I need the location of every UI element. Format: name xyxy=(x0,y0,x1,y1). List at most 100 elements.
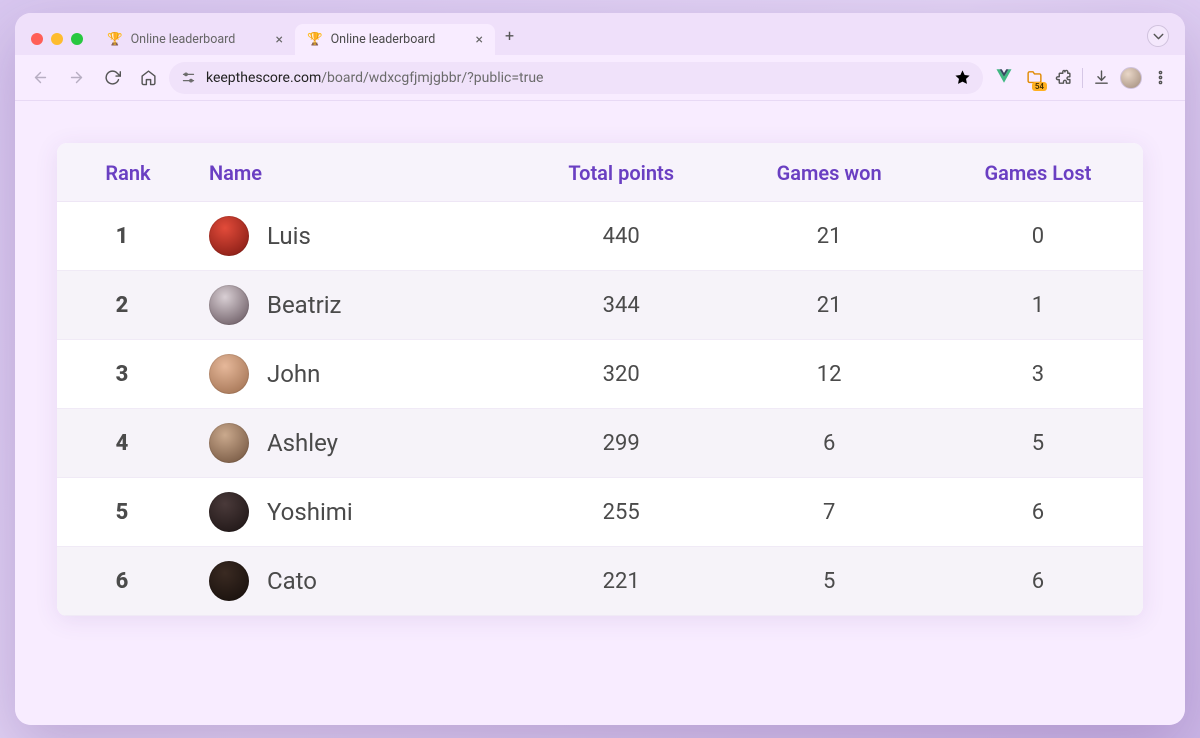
url-host: keepthescore.com xyxy=(206,70,321,86)
table-row: 2 Beatriz 344211 xyxy=(57,271,1143,340)
extension-badge-count: 54 xyxy=(1032,82,1047,91)
games-won-value: 7 xyxy=(725,478,933,547)
trophy-icon: 🏆 xyxy=(307,32,323,47)
window-controls xyxy=(25,33,95,55)
nav-back-button[interactable] xyxy=(25,63,55,93)
extensions-button[interactable] xyxy=(1055,69,1072,86)
total-points-value: 320 xyxy=(517,340,725,409)
rank-value: 2 xyxy=(57,271,187,340)
tab-inactive[interactable]: 🏆 Online leaderboard × xyxy=(95,24,295,55)
address-bar[interactable]: keepthescore.com/board/wdxcgfjmjgbbr/?pu… xyxy=(169,62,983,94)
star-icon xyxy=(954,69,971,86)
total-points-value: 344 xyxy=(517,271,725,340)
name-cell: Beatriz xyxy=(187,271,517,340)
chevron-down-icon xyxy=(1150,28,1167,45)
tab-strip: 🏆 Online leaderboard × 🏆 Online leaderbo… xyxy=(15,13,1185,55)
page-content: Rank Name Total points Games won Games L… xyxy=(15,101,1185,725)
col-header-games-lost: Games Lost xyxy=(933,143,1143,202)
url-text: keepthescore.com/board/wdxcgfjmjgbbr/?pu… xyxy=(206,70,543,86)
player-name: John xyxy=(267,360,320,388)
table-row: 4Ashley29965 xyxy=(57,409,1143,478)
arrow-right-icon xyxy=(68,69,85,86)
tab-active[interactable]: 🏆 Online leaderboard × xyxy=(295,24,495,55)
games-won-value: 21 xyxy=(725,202,933,271)
toolbar: keepthescore.com/board/wdxcgfjmjgbbr/?pu… xyxy=(15,55,1185,101)
table-row: 5 Yoshimi 25576 xyxy=(57,478,1143,547)
nav-forward-button[interactable] xyxy=(61,63,91,93)
player-avatar xyxy=(209,492,249,532)
puzzle-icon xyxy=(1055,69,1072,86)
games-won-value: 12 xyxy=(725,340,933,409)
games-lost-value: 0 xyxy=(933,202,1143,271)
col-header-total-points: Total points xyxy=(517,143,725,202)
tabs-overflow-button[interactable] xyxy=(1147,25,1169,47)
window-close[interactable] xyxy=(31,33,43,45)
arrow-left-icon xyxy=(32,69,49,86)
extension-badge-button[interactable]: 54 xyxy=(1023,67,1045,89)
games-lost-value: 3 xyxy=(933,340,1143,409)
total-points-value: 221 xyxy=(517,547,725,616)
reload-icon xyxy=(104,69,121,86)
games-lost-value: 1 xyxy=(933,271,1143,340)
table-row: 1 Luis 440210 xyxy=(57,202,1143,271)
extension-vue-icon[interactable] xyxy=(995,67,1013,89)
player-avatar xyxy=(209,561,249,601)
menu-button[interactable] xyxy=(1152,69,1169,86)
name-cell: John xyxy=(187,340,517,409)
rank-value: 3 xyxy=(57,340,187,409)
name-cell: Ashley xyxy=(187,409,517,478)
player-avatar xyxy=(209,285,249,325)
browser-window: 🏆 Online leaderboard × 🏆 Online leaderbo… xyxy=(15,13,1185,725)
games-lost-value: 6 xyxy=(933,478,1143,547)
close-icon[interactable]: × xyxy=(276,33,283,47)
player-name: Luis xyxy=(267,222,311,250)
rank-value: 6 xyxy=(57,547,187,616)
col-header-name: Name xyxy=(187,143,517,202)
total-points-value: 440 xyxy=(517,202,725,271)
name-cell: Luis xyxy=(187,202,517,271)
downloads-button[interactable] xyxy=(1093,69,1110,86)
name-cell: Yoshimi xyxy=(187,478,517,547)
total-points-value: 255 xyxy=(517,478,725,547)
close-icon[interactable]: × xyxy=(476,33,483,47)
home-button[interactable] xyxy=(133,63,163,93)
site-settings-icon[interactable] xyxy=(181,70,196,85)
tab-title: Online leaderboard xyxy=(331,32,436,47)
home-icon xyxy=(140,69,157,86)
games-lost-value: 5 xyxy=(933,409,1143,478)
player-avatar xyxy=(209,216,249,256)
games-lost-value: 6 xyxy=(933,547,1143,616)
player-name: Ashley xyxy=(267,429,338,457)
player-name: Beatriz xyxy=(267,291,341,319)
rank-value: 5 xyxy=(57,478,187,547)
player-name: Yoshimi xyxy=(267,498,353,526)
total-points-value: 299 xyxy=(517,409,725,478)
window-minimize[interactable] xyxy=(51,33,63,45)
kebab-icon xyxy=(1152,69,1169,86)
col-header-rank: Rank xyxy=(57,143,187,202)
name-cell: Cato xyxy=(187,547,517,616)
rank-value: 1 xyxy=(57,202,187,271)
table-row: 3John320123 xyxy=(57,340,1143,409)
player-name: Cato xyxy=(267,567,317,595)
col-header-games-won: Games won xyxy=(725,143,933,202)
player-avatar xyxy=(209,354,249,394)
profile-avatar[interactable] xyxy=(1120,67,1142,89)
games-won-value: 5 xyxy=(725,547,933,616)
rank-value: 4 xyxy=(57,409,187,478)
new-tab-button[interactable]: + xyxy=(495,20,524,55)
reload-button[interactable] xyxy=(97,63,127,93)
games-won-value: 21 xyxy=(725,271,933,340)
leaderboard-table: Rank Name Total points Games won Games L… xyxy=(57,143,1143,616)
toolbar-divider xyxy=(1082,68,1083,88)
leaderboard-card: Rank Name Total points Games won Games L… xyxy=(57,143,1143,616)
toolbar-right: 54 xyxy=(989,67,1175,89)
download-icon xyxy=(1093,69,1110,86)
url-path: /board/wdxcgfjmjgbbr/?public=true xyxy=(321,70,543,86)
player-avatar xyxy=(209,423,249,463)
bookmark-button[interactable] xyxy=(954,69,971,86)
window-maximize[interactable] xyxy=(71,33,83,45)
table-row: 6Cato22156 xyxy=(57,547,1143,616)
tab-title: Online leaderboard xyxy=(131,32,236,47)
trophy-icon: 🏆 xyxy=(107,32,123,47)
